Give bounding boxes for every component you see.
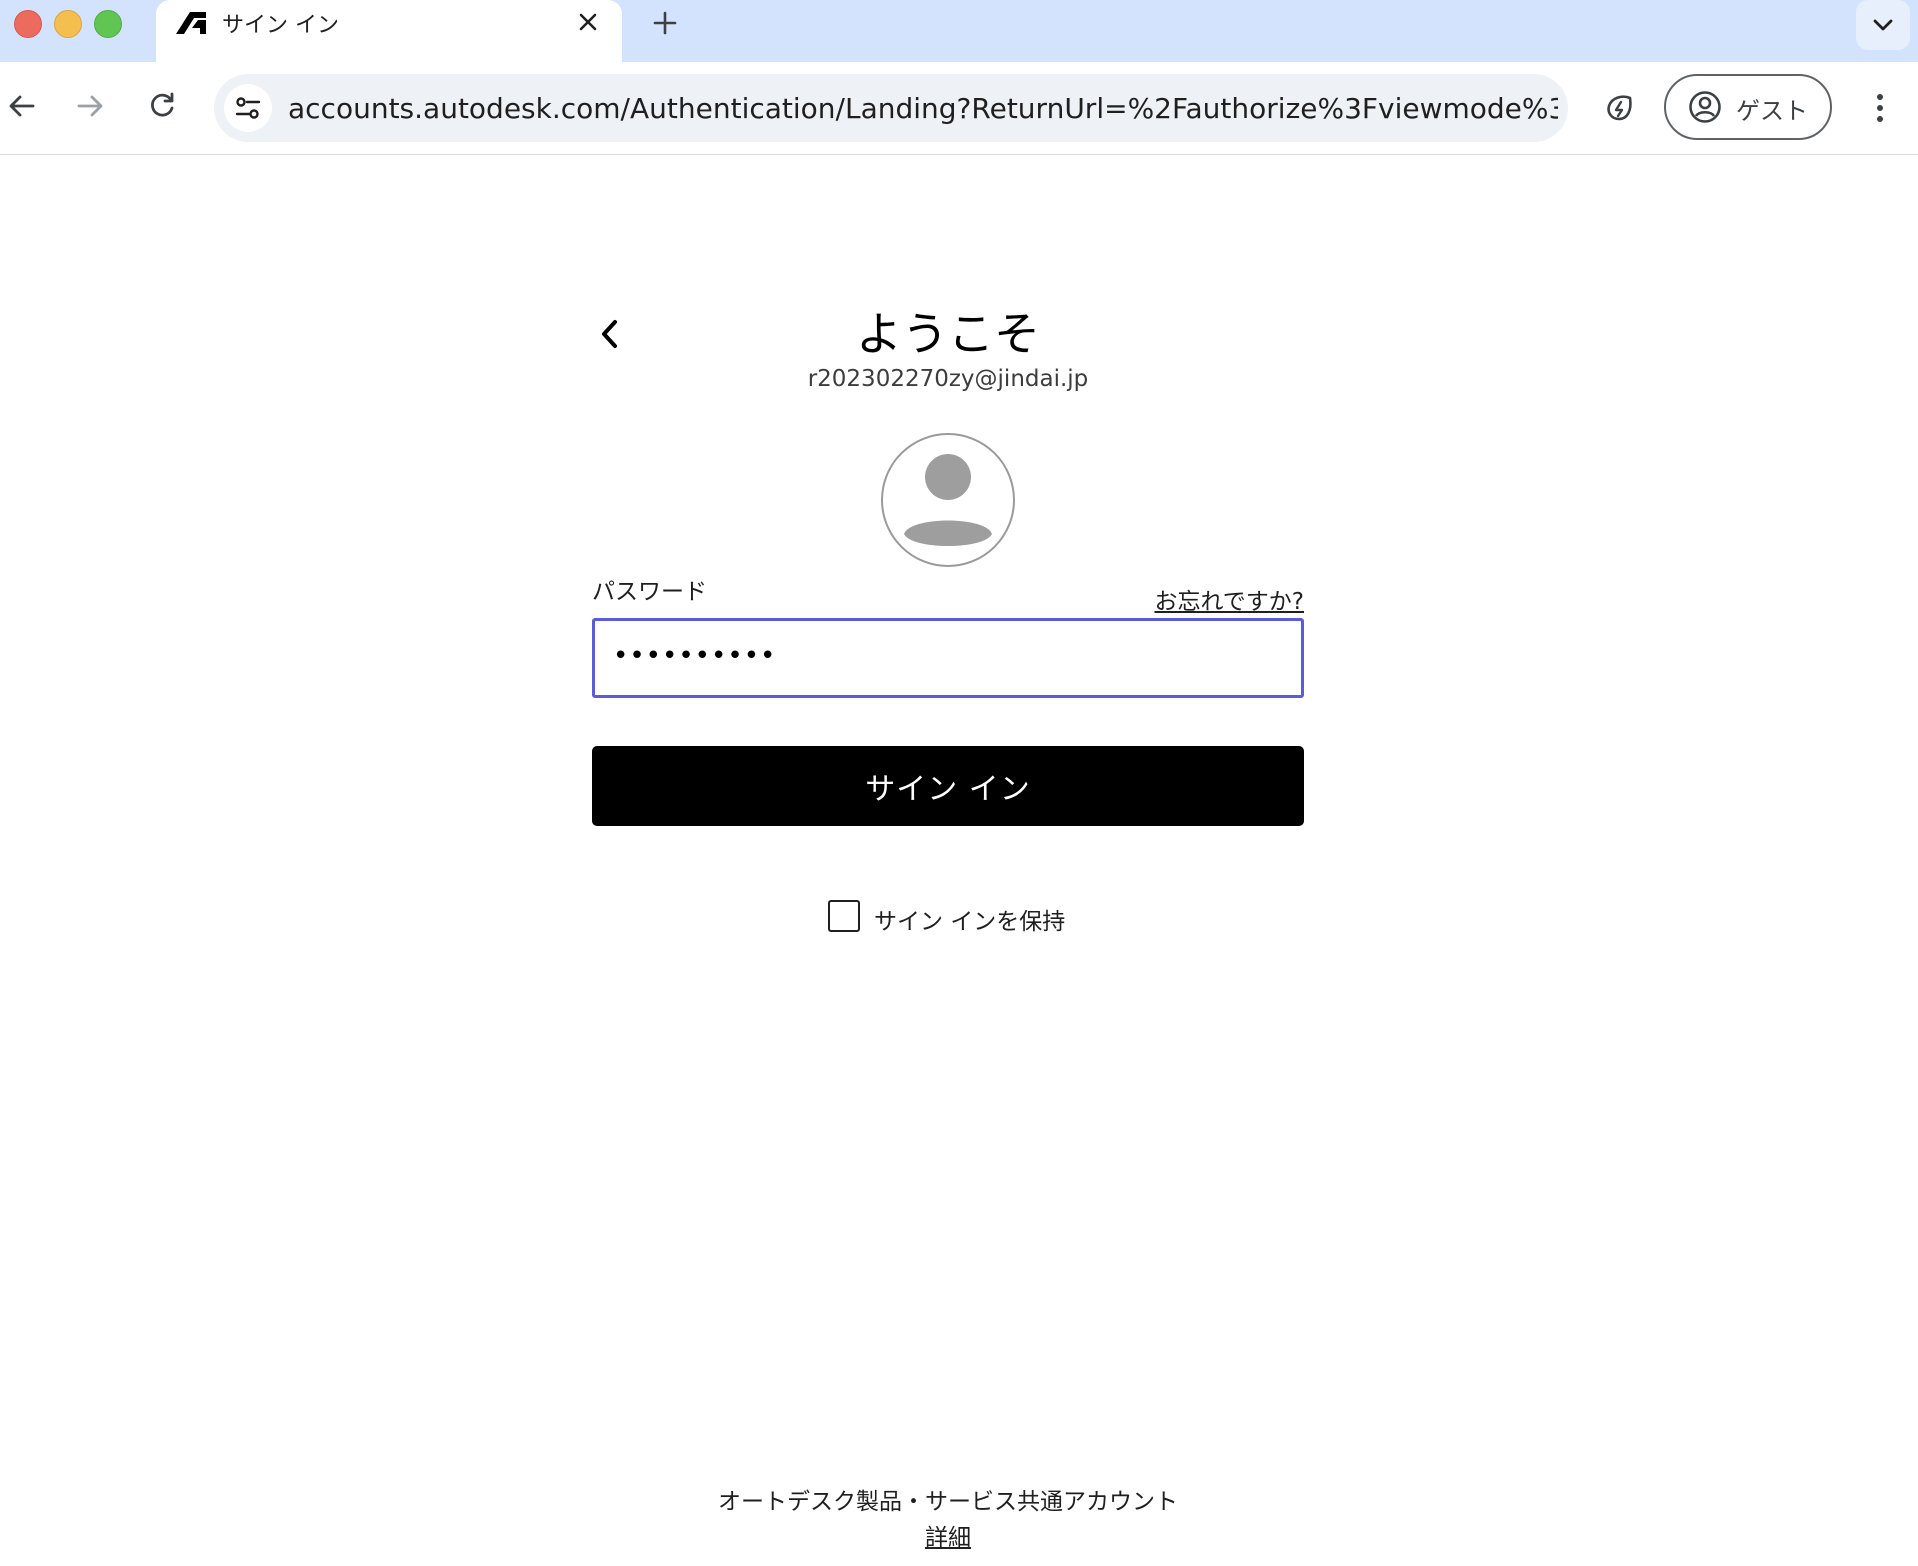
- tab-title: サイン イン: [222, 13, 339, 38]
- site-info-button[interactable]: [224, 84, 272, 132]
- energy-saver-icon: [1607, 95, 1632, 121]
- details-link[interactable]: 詳細: [925, 1525, 971, 1551]
- browser-toolbar: accounts.autodesk.com/Authentication/Lan…: [0, 62, 1918, 155]
- window-close-button[interactable]: [14, 10, 42, 38]
- performance-button[interactable]: [1598, 86, 1642, 130]
- tab-close-button[interactable]: [574, 8, 602, 36]
- forward-button[interactable]: [68, 84, 112, 128]
- close-icon: [579, 13, 597, 31]
- reload-button[interactable]: [140, 84, 184, 128]
- browser-menu-button[interactable]: [1858, 86, 1902, 130]
- window-minimize-button[interactable]: [54, 10, 82, 38]
- plus-icon: [653, 11, 677, 35]
- tab-strip: サイン イン: [0, 0, 1918, 62]
- active-tab[interactable]: サイン イン: [156, 0, 622, 62]
- password-field[interactable]: ••••••••••: [592, 618, 1304, 698]
- back-button[interactable]: [0, 84, 44, 128]
- password-label: パスワード: [592, 579, 707, 605]
- avatar: [881, 433, 1015, 567]
- window-zoom-button[interactable]: [94, 10, 122, 38]
- tab-search-button[interactable]: [1856, 0, 1910, 50]
- footer-text: オートデスク製品・サービス共通アカウント: [718, 1489, 1178, 1515]
- new-tab-button[interactable]: [648, 6, 682, 40]
- password-value: ••••••••••: [613, 641, 777, 671]
- page-title: ようこそ: [856, 307, 1040, 361]
- url-text[interactable]: accounts.autodesk.com/Authentication/Lan…: [288, 92, 1558, 125]
- keep-signed-in-checkbox[interactable]: [828, 900, 860, 932]
- reload-icon: [151, 92, 174, 117]
- arrow-right-icon: [77, 95, 103, 117]
- account-circle-icon: [1689, 91, 1721, 123]
- arrow-left-icon: [9, 95, 35, 117]
- footer-details: 詳細: [592, 1518, 1304, 1552]
- more-vert-icon: [1877, 94, 1883, 122]
- autodesk-logo-icon: [176, 12, 206, 34]
- account-email: r202302270zy@jindai.jp: [807, 366, 1089, 392]
- profile-button[interactable]: ゲスト: [1664, 74, 1832, 140]
- tune-icon: [235, 97, 261, 119]
- keep-signed-in-label[interactable]: サイン インを保持: [874, 902, 1065, 936]
- profile-label: ゲスト: [1736, 97, 1808, 125]
- sign-in-button[interactable]: サイン イン: [592, 746, 1304, 826]
- address-bar[interactable]: accounts.autodesk.com/Authentication/Lan…: [214, 74, 1568, 142]
- chevron-down-icon: [1873, 19, 1893, 31]
- forgot-password-link[interactable]: お忘れですか?: [1154, 582, 1304, 616]
